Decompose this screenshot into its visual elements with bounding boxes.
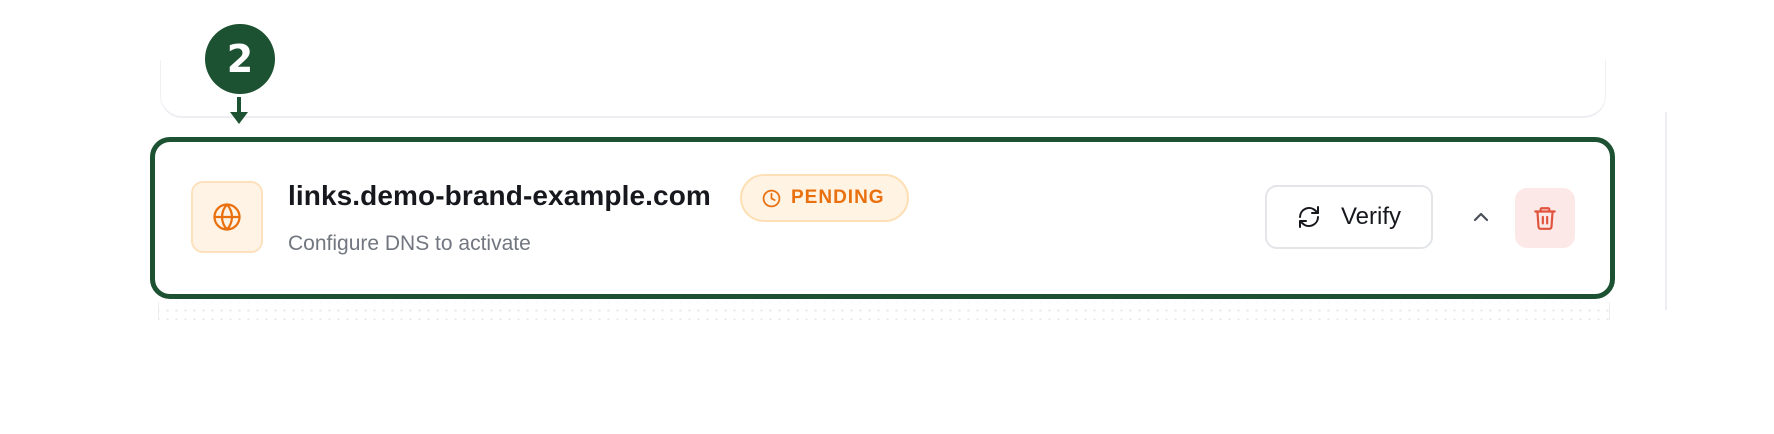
panel-divider	[1665, 112, 1667, 310]
step-highlight-outline	[150, 137, 1615, 299]
expanded-card-area	[158, 302, 1610, 320]
previous-domain-card	[160, 60, 1606, 118]
step-number-marker: 2	[205, 24, 275, 94]
step-number: 2	[226, 37, 254, 81]
step-arrow-icon	[230, 112, 248, 124]
domain-list-view: 2 links.demo-brand-example.com PENDING C…	[0, 0, 1774, 434]
